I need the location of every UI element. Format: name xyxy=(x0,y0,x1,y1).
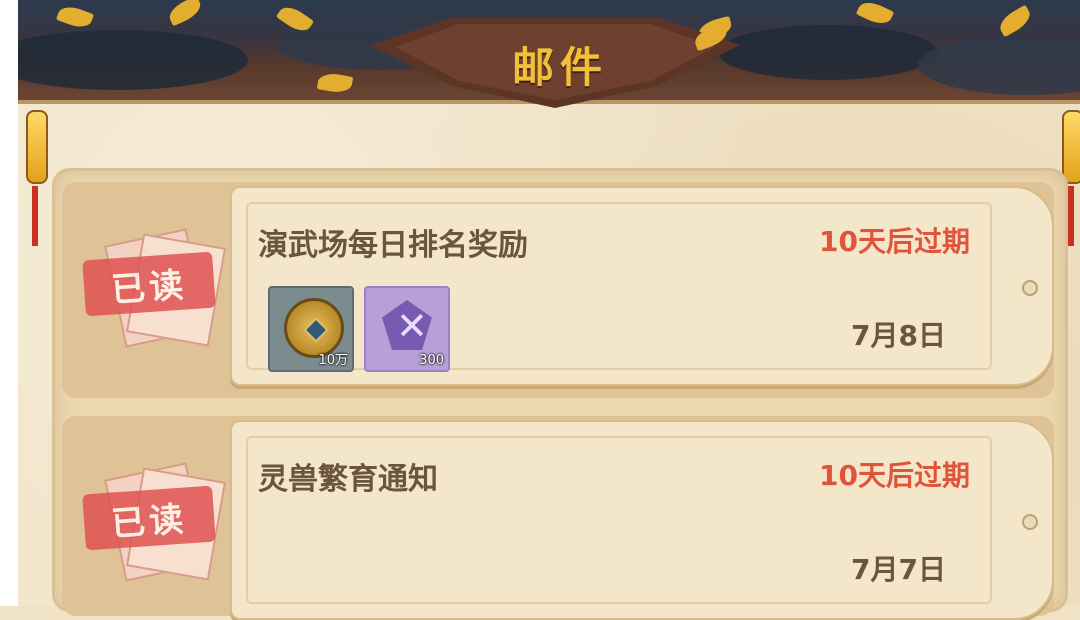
page-title: 邮件 xyxy=(511,43,608,92)
read-status-label: 已读 xyxy=(109,498,189,545)
left-margin xyxy=(0,0,18,606)
mail-item[interactable]: 已读 演武场每日排名奖励 10天后过期 10万 ✕ 300 7月8日 xyxy=(62,182,1054,398)
reward-item-crystal[interactable]: ✕ 300 xyxy=(364,286,450,372)
mail-card[interactable] xyxy=(230,420,1054,620)
mail-date: 7月8日 xyxy=(851,319,946,352)
read-stamp-icon: 已读 xyxy=(82,226,227,348)
item-quantity: 300 xyxy=(419,353,444,368)
lantern-icon xyxy=(26,110,48,184)
ginkgo-leaf-icon xyxy=(855,0,895,29)
mail-expire-text: 10天后过期 xyxy=(819,459,970,492)
mail-title: 灵兽繁育通知 xyxy=(258,462,438,497)
mail-title: 演武场每日排名奖励 xyxy=(258,228,528,263)
scroll-knob-icon xyxy=(1022,280,1038,296)
lantern-tassel xyxy=(1068,186,1074,246)
mail-item[interactable]: 已读 灵兽繁育通知 10天后过期 7月7日 xyxy=(62,416,1054,620)
scroll-knob-icon xyxy=(1022,514,1038,530)
ginkgo-leaf-icon xyxy=(55,2,95,32)
lantern-tassel xyxy=(32,186,38,246)
ginkgo-leaf-icon xyxy=(165,0,205,27)
mail-date: 7月7日 xyxy=(851,553,946,586)
cloud-decoration xyxy=(718,25,938,80)
reward-item-coin[interactable]: 10万 xyxy=(268,286,354,372)
item-quantity: 10万 xyxy=(318,353,348,368)
lantern-icon xyxy=(1062,110,1080,184)
read-stamp-icon: 已读 xyxy=(82,460,227,582)
cloud-decoration xyxy=(18,30,248,90)
ginkgo-leaf-icon xyxy=(995,4,1035,38)
mail-expire-text: 10天后过期 xyxy=(819,225,970,258)
read-status-label: 已读 xyxy=(109,264,189,311)
cloud-decoration xyxy=(918,35,1080,95)
